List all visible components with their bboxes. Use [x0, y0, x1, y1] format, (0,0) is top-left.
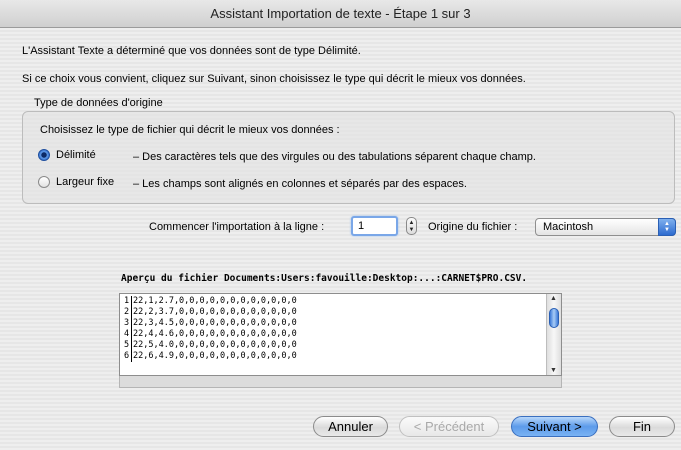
scroll-up-arrow-icon[interactable]: ▲ — [550, 295, 557, 302]
preview-row: 5 22,5,4.0,0,0,0,0,0,0,0,0,0,0,0,0 — [122, 340, 297, 351]
start-row-label: Commencer l'importation à la ligne : — [149, 221, 325, 233]
radio-fixed-width[interactable] — [38, 176, 50, 188]
origin-popup-value: Macintosh — [543, 221, 594, 233]
preview-row-text: 22,4,4.6,0,0,0,0,0,0,0,0,0,0,0,0 — [133, 329, 297, 339]
preview-row-text: 22,2,3.7,0,0,0,0,0,0,0,0,0,0,0,0 — [133, 307, 297, 317]
preview-vertical-scrollbar[interactable]: ▲ ▼ — [546, 294, 561, 375]
preview-row-text: 22,5,4.0,0,0,0,0,0,0,0,0,0,0,0,0 — [133, 340, 297, 350]
preview-horizontal-scrollbar[interactable] — [119, 376, 562, 388]
scroll-down-arrow-icon[interactable]: ▼ — [550, 367, 557, 374]
origin-label: Origine du fichier : — [428, 221, 518, 233]
intro-line-1: L'Assistant Texte a déterminé que vos do… — [22, 45, 361, 57]
preview-row-number: 2 — [122, 307, 132, 318]
preview-row-text: 22,3,4.5,0,0,0,0,0,0,0,0,0,0,0,0 — [133, 318, 297, 328]
preview-row: 3 22,3,4.5,0,0,0,0,0,0,0,0,0,0,0,0 — [122, 318, 297, 329]
radio-delimited-label[interactable]: Délimité — [56, 149, 96, 161]
group-title: Type de données d'origine — [34, 97, 163, 109]
preview-row-number: 5 — [122, 340, 132, 351]
intro-line-2: Si ce choix vous convient, cliquez sur S… — [22, 73, 526, 85]
popup-arrows-icon: ▲ ▼ — [658, 218, 676, 236]
radio-delimited-description: – Des caractères tels que des virgules o… — [133, 151, 536, 163]
preview-box[interactable]: 1 22,1,2.7,0,0,0,0,0,0,0,0,0,0,0,0 2 22,2,… — [119, 293, 562, 376]
start-row-input[interactable]: 1 — [351, 216, 398, 236]
preview-row-text: 22,1,2.7,0,0,0,0,0,0,0,0,0,0,0,0 — [133, 296, 297, 306]
preview-row: 1 22,1,2.7,0,0,0,0,0,0,0,0,0,0,0,0 — [122, 296, 297, 307]
window-title: Assistant Importation de texte - Étape 1… — [210, 6, 471, 21]
preview-row-number: 1 — [122, 296, 132, 307]
data-type-prompt: Choisissez le type de fichier qui décrit… — [40, 124, 340, 136]
preview-row-text: 22,6,4.9,0,0,0,0,0,0,0,0,0,0,0,0 — [133, 351, 297, 361]
preview-row-number: 3 — [122, 318, 132, 329]
finish-button[interactable]: Fin — [609, 416, 675, 437]
preview-row: 6 22,6,4.9,0,0,0,0,0,0,0,0,0,0,0,0 — [122, 351, 297, 362]
next-button[interactable]: Suivant > — [511, 416, 598, 437]
previous-button[interactable]: < Précédent — [399, 416, 499, 437]
start-row-stepper[interactable]: ▲ ▼ — [406, 217, 417, 235]
radio-fixed-width-description: – Les champs sont alignés en colonnes et… — [133, 178, 467, 190]
radio-delimited[interactable] — [38, 149, 50, 161]
wizard-content: L'Assistant Texte a déterminé que vos do… — [0, 28, 681, 450]
title-bar: Assistant Importation de texte - Étape 1… — [0, 0, 681, 28]
preview-row: 4 22,4,4.6,0,0,0,0,0,0,0,0,0,0,0,0 — [122, 329, 297, 340]
radio-fixed-width-label[interactable]: Largeur fixe — [56, 176, 114, 188]
preview-row-number: 4 — [122, 329, 132, 340]
preview-label: Aperçu du fichier Documents:Users:favoui… — [121, 273, 528, 284]
stepper-up-arrow-icon[interactable]: ▲ — [407, 220, 416, 226]
origin-popup[interactable]: Macintosh ▲ ▼ — [535, 218, 676, 236]
stepper-down-arrow-icon[interactable]: ▼ — [407, 227, 416, 233]
preview-row-number: 6 — [122, 351, 132, 362]
scroll-thumb[interactable] — [549, 308, 559, 328]
cancel-button[interactable]: Annuler — [313, 416, 388, 437]
preview-row: 2 22,2,3.7,0,0,0,0,0,0,0,0,0,0,0,0 — [122, 307, 297, 318]
